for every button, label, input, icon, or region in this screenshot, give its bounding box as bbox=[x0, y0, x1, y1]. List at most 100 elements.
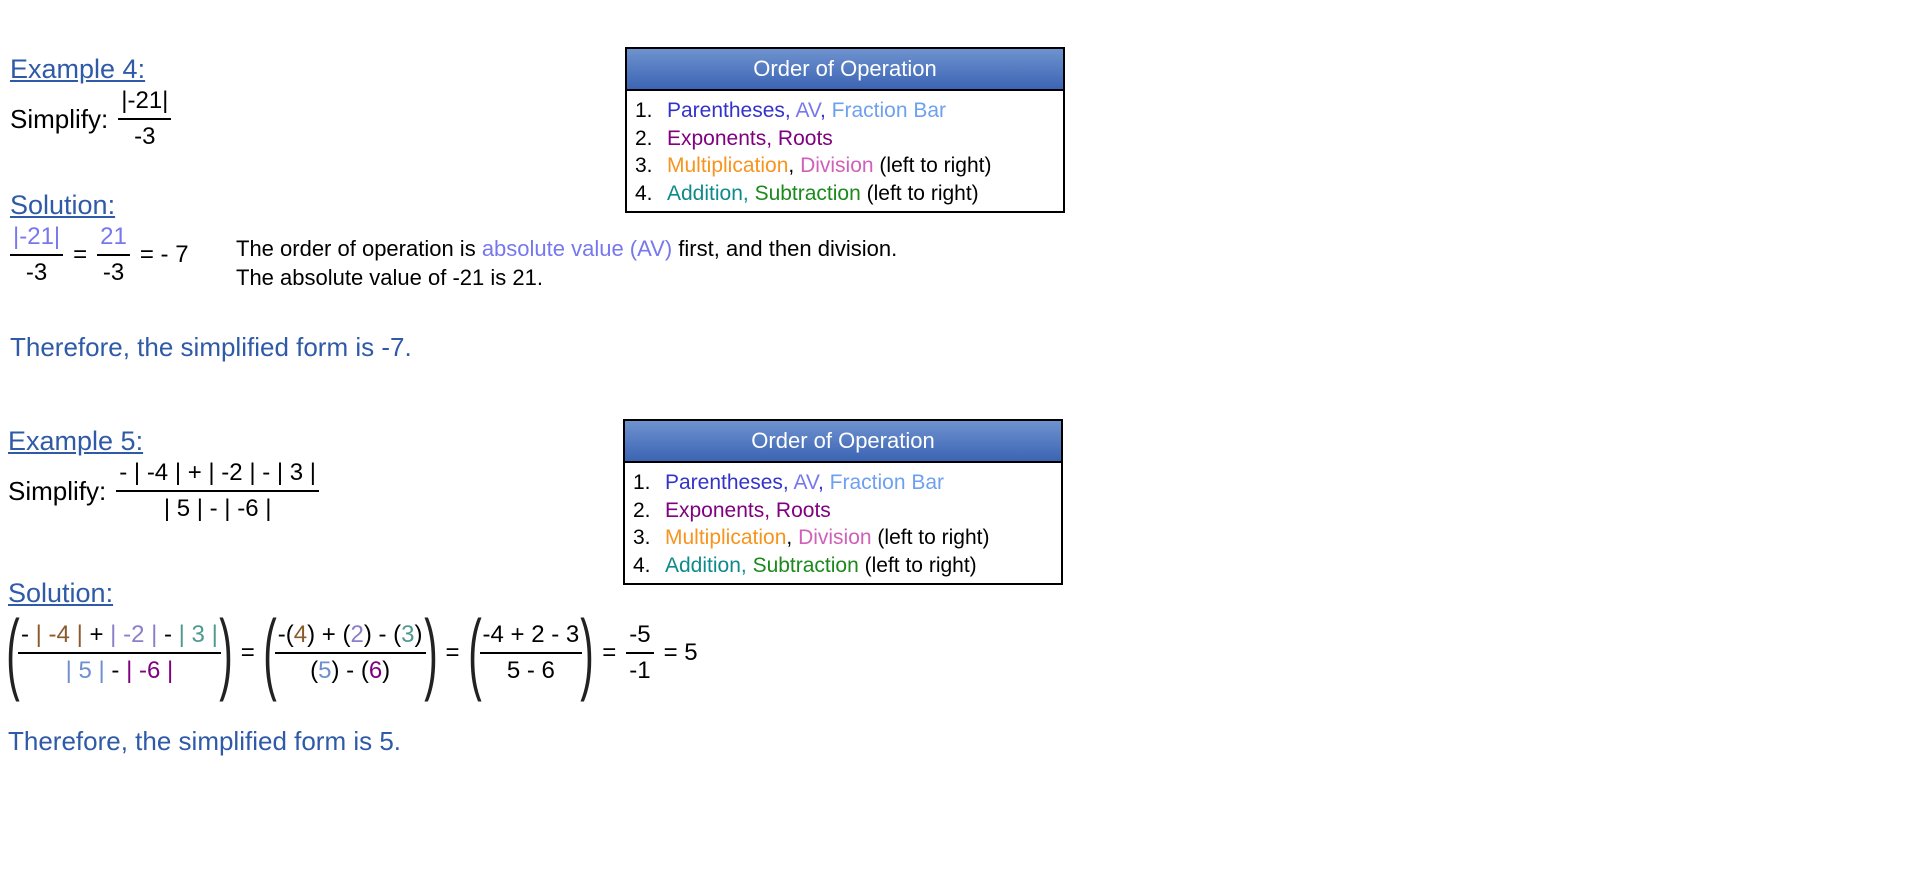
step2-fraction: 21 -3 bbox=[97, 222, 130, 288]
result: = 5 bbox=[663, 639, 698, 666]
equals-sign: = bbox=[73, 241, 88, 268]
item-term: Division bbox=[800, 154, 874, 177]
av-highlight: absolute value (AV) bbox=[481, 236, 673, 261]
math-term: | -4 | bbox=[35, 621, 83, 648]
order-of-operation-title: Order of Operation bbox=[627, 49, 1063, 91]
order-of-operation-item: 3. Multiplication, Division (left to righ… bbox=[635, 152, 1055, 180]
example4-explanation-line2: The absolute value of -21 is 21. bbox=[236, 265, 543, 290]
item-term: AV bbox=[795, 99, 820, 122]
fraction-numerator: |-21| bbox=[10, 222, 64, 256]
problem-fraction: - | -4 | + | -2 | - | 3 | | 5 | - | -6 | bbox=[116, 458, 320, 524]
step4-fraction: -5 -1 bbox=[626, 620, 654, 686]
math-term: ) bbox=[382, 657, 391, 684]
item-term: , bbox=[742, 181, 755, 205]
math-term: | 3 | bbox=[178, 621, 218, 648]
item-number: 3. bbox=[635, 154, 653, 177]
item-term: Multiplication bbox=[667, 154, 789, 177]
left-paren: ( bbox=[263, 603, 277, 703]
step2-fraction: -(4) + (2) - (3) (5) - (6) bbox=[274, 620, 426, 686]
explanation-text: first, and then division. bbox=[672, 236, 898, 261]
item-number: 2. bbox=[633, 498, 651, 522]
order-of-operation-item: 2. Exponents, Roots bbox=[635, 125, 1055, 153]
item-text: Exponents, Roots bbox=[665, 497, 831, 525]
step3-fraction: -4 + 2 - 3 5 - 6 bbox=[479, 620, 583, 686]
fraction-denominator: -3 bbox=[102, 259, 125, 286]
example4-heading: Example 4: bbox=[10, 54, 146, 84]
item-text: Parentheses, AV, Fraction Bar bbox=[665, 469, 944, 497]
simplify-label: Simplify: bbox=[8, 475, 107, 506]
example4-problem: Simplify: |-21| -3 bbox=[10, 86, 172, 152]
fraction-denominator: (5) - (6) bbox=[307, 654, 393, 686]
example5-heading: Example 5: bbox=[8, 426, 144, 456]
fraction-denominator: | 5 | - | -6 | bbox=[163, 495, 272, 522]
item-number: 1. bbox=[633, 471, 651, 494]
math-term: 5 bbox=[318, 657, 332, 684]
item-term: Fraction Bar bbox=[831, 99, 947, 122]
item-term: , bbox=[784, 99, 796, 122]
item-number: 4. bbox=[635, 181, 653, 205]
math-term: - bbox=[157, 621, 179, 648]
item-term: , bbox=[764, 498, 776, 522]
equals-sign: = bbox=[445, 639, 460, 666]
fraction-denominator: -3 bbox=[25, 259, 48, 286]
equals-sign: = bbox=[602, 639, 617, 666]
item-term: Fraction Bar bbox=[829, 471, 945, 494]
math-term: -( bbox=[277, 621, 294, 648]
right-paren: ) bbox=[219, 603, 233, 703]
item-text: Addition, Subtraction (left to right) bbox=[665, 552, 977, 580]
item-term: , bbox=[817, 471, 830, 494]
example5-problem: Simplify: - | -4 | + | -2 | - | 3 | | 5 … bbox=[8, 458, 320, 524]
order-of-operation-box-1: Order of Operation 1. Parentheses, AV, Fr… bbox=[625, 47, 1065, 213]
fraction-numerator: -4 + 2 - 3 bbox=[479, 620, 583, 654]
left-paren: ( bbox=[467, 603, 482, 703]
result: = - 7 bbox=[139, 241, 189, 268]
item-text: Parentheses, AV, Fraction Bar bbox=[667, 97, 946, 125]
right-paren: ) bbox=[580, 603, 594, 703]
order-of-operation-item: 1. Parentheses, AV, Fraction Bar bbox=[633, 469, 1053, 497]
math-term: ) - ( bbox=[331, 657, 369, 684]
fraction-denominator: -3 bbox=[134, 123, 156, 150]
equals-sign: = bbox=[240, 639, 255, 666]
item-term: , bbox=[819, 99, 832, 122]
item-text: Addition, Subtraction (left to right) bbox=[667, 180, 979, 208]
order-of-operation-box-2: Order of Operation 1. Parentheses, AV, Fr… bbox=[623, 419, 1063, 585]
item-term: Multiplication bbox=[665, 526, 787, 549]
fraction-denominator: -1 bbox=[629, 657, 651, 684]
math-term: | -2 | bbox=[110, 621, 158, 648]
example4-conclusion: Therefore, the simplified form is -7. bbox=[10, 332, 412, 362]
order-of-operation-title: Order of Operation bbox=[625, 421, 1061, 463]
order-of-operation-item: 1. Parentheses, AV, Fraction Bar bbox=[635, 97, 1055, 125]
item-term: , bbox=[786, 526, 799, 549]
order-of-operation-item: 3. Multiplication, Division (left to righ… bbox=[633, 524, 1053, 552]
order-of-operation-item: 4. Addition, Subtraction (left to right) bbox=[635, 180, 1055, 208]
item-text: Exponents, Roots bbox=[667, 125, 833, 153]
example4-explanation-line1: The order of operation is absolute value… bbox=[236, 236, 897, 262]
item-term: Parentheses bbox=[667, 99, 785, 122]
math-term: 2 bbox=[350, 621, 364, 648]
fraction-denominator: | 5 | - | -6 | bbox=[63, 654, 177, 686]
item-term: AV bbox=[793, 471, 818, 494]
math-term: 6 bbox=[368, 657, 383, 684]
math-term: | -6 | bbox=[126, 657, 174, 684]
item-term: Division bbox=[798, 526, 872, 549]
step1-fraction: - | -4 | + | -2 | - | 3 | | 5 | - | -6 | bbox=[17, 620, 221, 686]
item-term: (left to right) bbox=[860, 181, 979, 205]
item-term: Addition bbox=[667, 181, 743, 205]
item-text: Multiplication, Division (left to right) bbox=[667, 152, 991, 180]
fraction-numerator: |-21| bbox=[118, 86, 172, 120]
item-text: Multiplication, Division (left to right) bbox=[665, 524, 989, 552]
simplify-label: Simplify: bbox=[10, 103, 109, 134]
fraction-numerator: - | -4 | + | -2 | - | 3 | bbox=[116, 458, 320, 492]
item-term: , bbox=[782, 471, 794, 494]
fraction-numerator: 21 bbox=[97, 222, 130, 256]
order-of-operation-list: 1. Parentheses, AV, Fraction Bar 2. Exponen… bbox=[625, 463, 1061, 583]
math-term: ( bbox=[310, 657, 319, 684]
fraction-numerator: -5 bbox=[626, 620, 654, 654]
item-term: , bbox=[788, 154, 801, 177]
example5-conclusion: Therefore, the simplified form is 5. bbox=[8, 726, 402, 756]
math-term: + bbox=[82, 621, 111, 648]
example5-solution-heading: Solution: bbox=[8, 578, 114, 608]
order-of-operation-list: 1. Parentheses, AV, Fraction Bar 2. Exponen… bbox=[627, 91, 1063, 211]
item-term: Parentheses bbox=[665, 471, 783, 494]
item-term: Subtraction bbox=[752, 553, 859, 577]
